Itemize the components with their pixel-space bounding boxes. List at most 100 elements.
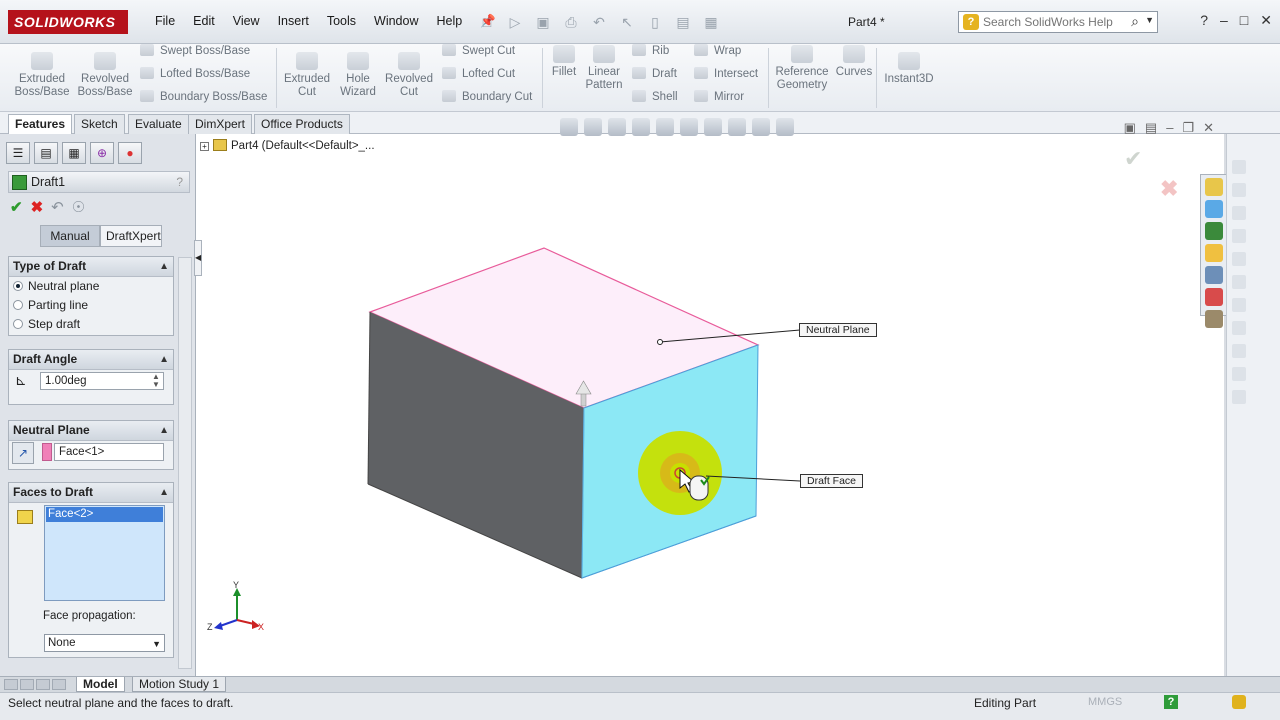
undo-icon[interactable]: ↶ bbox=[588, 12, 610, 32]
curves-button[interactable]: Curves bbox=[834, 45, 874, 79]
menu-view[interactable]: View bbox=[224, 14, 269, 29]
ok-check-icon[interactable]: ✔ bbox=[10, 198, 23, 216]
undo-icon[interactable]: ↶ bbox=[51, 198, 64, 216]
wrap-button[interactable]: Wrap bbox=[694, 44, 741, 57]
shell-button[interactable]: Shell bbox=[632, 90, 678, 103]
lofted-boss-button[interactable]: Lofted Boss/Base bbox=[140, 67, 250, 80]
select-icon[interactable]: ↖ bbox=[616, 12, 638, 32]
file-explorer-icon[interactable] bbox=[1205, 244, 1223, 262]
extruded-cut-button[interactable]: Extruded Cut bbox=[280, 52, 334, 99]
view-palette-icon[interactable] bbox=[1205, 266, 1223, 284]
tab-evaluate[interactable]: Evaluate bbox=[128, 114, 189, 134]
neutral-plane-selection-box[interactable]: Face<1> bbox=[54, 443, 164, 461]
menu-help[interactable]: Help bbox=[428, 14, 472, 29]
first-tab-icon[interactable] bbox=[4, 679, 18, 690]
radio-parting-line[interactable]: Parting line bbox=[9, 296, 173, 315]
reverse-direction-icon[interactable]: ↗ bbox=[12, 442, 34, 464]
draft-face-callout[interactable]: Draft Face bbox=[800, 474, 864, 488]
display-manager-icon[interactable]: ● bbox=[118, 142, 142, 164]
collapse-icon[interactable]: ▲ bbox=[159, 350, 169, 369]
revolved-cut-button[interactable]: Revolved Cut bbox=[383, 52, 435, 99]
menu-edit[interactable]: Edit bbox=[184, 14, 224, 29]
boundary-boss-button[interactable]: Boundary Boss/Base bbox=[140, 90, 267, 103]
tab-model[interactable]: Model bbox=[76, 677, 125, 692]
cancel-x-icon[interactable]: ✖ bbox=[31, 198, 44, 216]
draft-button[interactable]: Draft bbox=[632, 67, 677, 80]
faces-to-draft-list[interactable]: Face<2> bbox=[44, 505, 165, 601]
extruded-boss-button[interactable]: Extruded Boss/Base bbox=[14, 52, 70, 99]
mirror-button[interactable]: Mirror bbox=[694, 90, 744, 103]
tag-icon[interactable] bbox=[1232, 695, 1246, 709]
tool-icon[interactable] bbox=[1232, 252, 1246, 266]
help-search-box[interactable]: ? ⌕ ▼ bbox=[958, 11, 1158, 33]
boundary-cut-button[interactable]: Boundary Cut bbox=[442, 90, 532, 103]
tool-icon[interactable] bbox=[1232, 298, 1246, 312]
print-icon[interactable]: ⎙ bbox=[560, 12, 582, 32]
part-model-view[interactable]: Y Z X bbox=[196, 134, 1224, 676]
intersect-button[interactable]: Intersect bbox=[694, 67, 758, 80]
spinner-icon[interactable]: ▲ ▼ bbox=[152, 373, 160, 389]
dimxpert-manager-icon[interactable]: ⊕ bbox=[90, 142, 114, 164]
tab-office-products[interactable]: Office Products bbox=[254, 114, 350, 134]
lofted-cut-button[interactable]: Lofted Cut bbox=[442, 67, 515, 80]
units-indicator[interactable]: MMGS bbox=[1088, 696, 1122, 708]
custom-properties-icon[interactable] bbox=[1205, 310, 1223, 328]
tool-icon[interactable] bbox=[1232, 275, 1246, 289]
tool-icon[interactable] bbox=[1232, 367, 1246, 381]
collapse-icon[interactable]: ▲ bbox=[159, 421, 169, 440]
tab-sketch[interactable]: Sketch bbox=[74, 114, 125, 134]
face-propagation-select[interactable]: None ▼ bbox=[44, 634, 165, 652]
maximize-icon[interactable]: □ bbox=[1240, 12, 1248, 29]
tool-icon[interactable] bbox=[1232, 206, 1246, 220]
close-icon[interactable]: ✕ bbox=[1260, 12, 1272, 29]
tool-icon[interactable] bbox=[1232, 390, 1246, 404]
fillet-button[interactable]: Fillet bbox=[546, 45, 582, 79]
options-icon[interactable]: ▤ bbox=[672, 12, 694, 32]
tool-icon[interactable] bbox=[1232, 344, 1246, 358]
menu-window[interactable]: Window bbox=[365, 14, 427, 29]
new-icon[interactable]: □ bbox=[476, 12, 498, 32]
draftxpert-mode-button[interactable]: DraftXpert bbox=[100, 225, 162, 247]
collapse-icon[interactable]: ▲ bbox=[159, 257, 169, 276]
minimize-icon[interactable]: – bbox=[1220, 12, 1228, 29]
panel-scrollbar[interactable] bbox=[178, 257, 192, 669]
chevron-down-icon[interactable]: ▼ bbox=[1145, 15, 1154, 25]
tool-icon[interactable] bbox=[1232, 229, 1246, 243]
search-icon[interactable]: ⌕ bbox=[1131, 13, 1139, 30]
help-search-input[interactable] bbox=[983, 14, 1127, 30]
appearances-icon[interactable] bbox=[1205, 288, 1223, 306]
neutral-plane-callout[interactable]: Neutral Plane bbox=[799, 323, 877, 337]
manual-mode-button[interactable]: Manual bbox=[40, 225, 100, 247]
menu-file[interactable]: File bbox=[146, 14, 184, 29]
help-icon[interactable]: ? bbox=[1164, 695, 1178, 709]
home-icon[interactable] bbox=[1205, 178, 1223, 196]
menu-tools[interactable]: Tools bbox=[318, 14, 365, 29]
resources-icon[interactable] bbox=[1205, 200, 1223, 218]
property-manager-icon[interactable]: ▤ bbox=[34, 142, 58, 164]
tab-motion-study-1[interactable]: Motion Study 1 bbox=[132, 677, 227, 692]
revolved-boss-button[interactable]: Revolved Boss/Base bbox=[76, 52, 134, 99]
linear-pattern-button[interactable]: Linear Pattern bbox=[584, 45, 624, 92]
swept-boss-button[interactable]: Swept Boss/Base bbox=[140, 44, 250, 57]
prev-tab-icon[interactable] bbox=[20, 679, 34, 690]
tab-dimxpert[interactable]: DimXpert bbox=[188, 114, 253, 134]
swept-cut-button[interactable]: Swept Cut bbox=[442, 44, 515, 57]
menu-insert[interactable]: Insert bbox=[269, 14, 318, 29]
open-icon[interactable]: ▷ bbox=[504, 12, 526, 32]
tool-icon[interactable] bbox=[1232, 160, 1246, 174]
help-icon[interactable]: ? bbox=[1200, 12, 1208, 29]
radio-step-draft[interactable]: Step draft bbox=[9, 315, 173, 334]
hole-wizard-button[interactable]: Hole Wizard bbox=[334, 52, 382, 99]
next-tab-icon[interactable] bbox=[36, 679, 50, 690]
radio-neutral-plane[interactable]: Neutral plane bbox=[9, 277, 173, 296]
reference-geometry-button[interactable]: Reference Geometry bbox=[772, 45, 832, 92]
collapse-icon[interactable]: ▲ bbox=[159, 483, 169, 502]
configuration-manager-icon[interactable]: ▦ bbox=[62, 142, 86, 164]
instant3d-button[interactable]: Instant3D bbox=[880, 52, 938, 86]
tool-icon[interactable] bbox=[1232, 183, 1246, 197]
last-tab-icon[interactable] bbox=[52, 679, 66, 690]
tool-icon[interactable] bbox=[1232, 321, 1246, 335]
rebuild-icon[interactable]: ▯ bbox=[644, 12, 666, 32]
file-props-icon[interactable]: ▦ bbox=[700, 12, 722, 32]
feature-tree-icon[interactable]: ☰ bbox=[6, 142, 30, 164]
